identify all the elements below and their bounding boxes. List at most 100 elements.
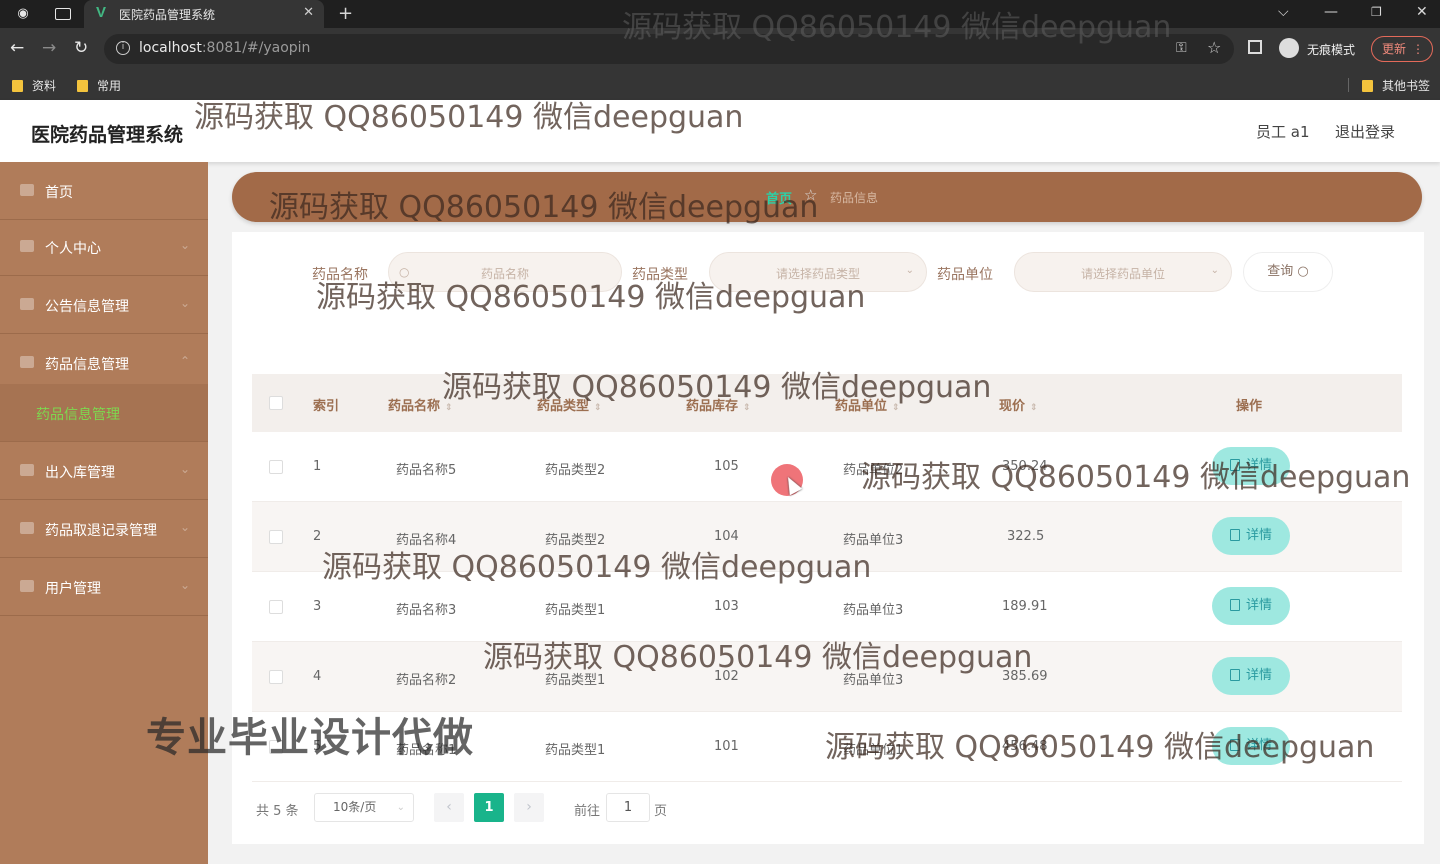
goto-page-input[interactable]: 1 [606, 793, 650, 822]
sidebar-item-stock-io[interactable]: 出入库管理 ⌄ [0, 442, 208, 500]
chevron-down-icon: ⌄ [179, 296, 190, 310]
sidebar-subitem-drug-info[interactable]: 药品信息管理 [0, 384, 208, 442]
browser-toolbar: ← → ↻ i localhost:8081/#/yaopin ⚿ ☆ 无痕模式… [0, 28, 1440, 70]
browser-menu-icon[interactable]: ◉ [15, 6, 31, 22]
cell-unit: 药品单位3 [843, 603, 904, 618]
sort-icon[interactable]: ⇕ [892, 403, 900, 413]
incognito-label: 无痕模式 [1307, 43, 1356, 57]
page-number-current[interactable]: 1 [474, 793, 504, 822]
detail-button[interactable]: 详情 [1212, 727, 1290, 765]
folder-icon [1362, 80, 1373, 92]
document-icon [1229, 739, 1240, 751]
breadcrumb: 首页 ☆ 药品信息 [232, 172, 1422, 222]
forward-button[interactable]: → [42, 38, 56, 58]
sidebar-item-home[interactable]: 首页 [0, 162, 208, 220]
chevron-down-icon: ⌄ [396, 802, 405, 813]
minimize-button[interactable]: — [1324, 4, 1338, 20]
reload-button[interactable]: ↻ [74, 38, 88, 58]
update-button[interactable]: 更新 [1371, 36, 1433, 62]
row-checkbox[interactable] [269, 600, 283, 614]
bookmark-folder-ziliao[interactable]: 资料 [12, 77, 56, 94]
users-icon [20, 580, 34, 592]
close-window-button[interactable]: ✕ [1416, 4, 1428, 20]
sidebar-item-profile[interactable]: 个人中心 ⌄ [0, 218, 208, 276]
side-panel-icon[interactable] [1248, 40, 1262, 54]
prev-page-button[interactable]: ‹ [434, 793, 464, 822]
new-tab-button[interactable]: + [338, 3, 353, 24]
query-button-label: 查询 [1267, 264, 1294, 279]
back-button[interactable]: ← [10, 38, 24, 58]
bookmark-star-icon[interactable]: ☆ [1207, 38, 1221, 57]
sort-icon[interactable]: ⇕ [1030, 403, 1038, 413]
sidebar-item-pickup-records[interactable]: 药品取退记录管理 ⌄ [0, 500, 208, 558]
chevron-up-icon: ⌃ [179, 354, 190, 368]
row-checkbox[interactable] [269, 530, 283, 544]
col-stock[interactable]: 药品库存 ⇕ [686, 395, 751, 414]
cell-price: 350.24 [1002, 459, 1048, 474]
breadcrumb-home[interactable]: 首页 [766, 188, 792, 207]
tab-search-icon[interactable] [55, 8, 71, 20]
cell-price: 385.69 [1002, 669, 1048, 684]
goto-unit: 页 [654, 804, 668, 819]
cell-stock: 105 [714, 459, 739, 474]
chevron-down-icon: ⌄ [179, 520, 190, 534]
cell-price: 322.5 [1007, 529, 1045, 544]
restore-button[interactable]: ❐ [1371, 5, 1382, 19]
query-button[interactable]: 查询 ○ [1243, 252, 1333, 292]
cell-drug-name: 药品名称2 [396, 673, 457, 688]
cell-unit: 药品单位3 [843, 673, 904, 688]
detail-button[interactable]: 详情 [1212, 447, 1290, 485]
cell-unit: 药品单位1 [843, 743, 904, 758]
row-checkbox[interactable] [269, 670, 283, 684]
col-price[interactable]: 现价 ⇕ [999, 395, 1038, 414]
row-checkbox[interactable] [269, 460, 283, 474]
col-drug-type[interactable]: 药品类型 ⇕ [537, 395, 602, 414]
sidebar-item-users[interactable]: 用户管理 ⌄ [0, 558, 208, 616]
document-icon [1229, 599, 1240, 611]
col-unit[interactable]: 药品单位 ⇕ [835, 395, 900, 414]
sidebar-item-label: 公告信息管理 [45, 299, 129, 315]
other-bookmarks[interactable]: 其他书签 [1362, 77, 1430, 94]
home-icon [20, 184, 34, 196]
detail-button[interactable]: 详情 [1212, 517, 1290, 555]
cell-unit: 药品单位3 [843, 533, 904, 548]
cell-price: 456.48 [1002, 739, 1048, 754]
bookmark-folder-changyong[interactable]: 常用 [77, 77, 121, 94]
sidebar-item-notices[interactable]: 公告信息管理 ⌄ [0, 276, 208, 334]
goto-label: 前往 [574, 804, 601, 819]
tab-title: 医院药品管理系统 [119, 8, 216, 22]
drug-name-input[interactable]: ○ 药品名称 [388, 252, 622, 292]
next-page-button[interactable]: › [514, 793, 544, 822]
sidebar-item-label: 首页 [45, 185, 73, 201]
cell-drug-type: 药品类型1 [545, 743, 606, 758]
user-icon [20, 240, 34, 252]
col-actions: 操作 [1236, 399, 1263, 414]
page-size-select[interactable]: 10条/页 ⌄ [314, 793, 414, 822]
address-bar[interactable]: i localhost:8081/#/yaopin ⚿ ☆ [104, 34, 1234, 64]
detail-button[interactable]: 详情 [1212, 657, 1290, 695]
select-all-checkbox[interactable] [269, 396, 283, 410]
drug-type-select[interactable]: 请选择药品类型 ⌄ [709, 252, 927, 292]
warehouse-icon [20, 464, 34, 476]
chevron-down-icon: ⌄ [1210, 265, 1219, 276]
logout-link[interactable]: 退出登录 [1335, 121, 1395, 142]
incognito-avatar-icon[interactable] [1279, 38, 1299, 58]
promo-watermark: 专业毕业设计代做 [146, 715, 474, 761]
sort-icon[interactable]: ⇕ [445, 403, 453, 413]
tab-list-chevron-icon[interactable]: ⌵ [1278, 4, 1289, 20]
sort-icon[interactable]: ⇕ [743, 403, 751, 413]
password-key-icon[interactable]: ⚿ [1176, 40, 1187, 56]
record-icon [20, 522, 34, 534]
sort-icon[interactable]: ⇕ [594, 403, 602, 413]
drug-type-placeholder: 请选择药品类型 [775, 267, 860, 281]
tab-close-icon[interactable]: ✕ [303, 5, 314, 20]
browser-tab-active[interactable]: V 医院药品管理系统 ✕ [84, 0, 324, 28]
bookmarks-bar: 资料 常用 其他书签 [0, 70, 1440, 100]
cell-drug-name: 药品名称5 [396, 463, 457, 478]
detail-button[interactable]: 详情 [1212, 587, 1290, 625]
site-info-icon[interactable]: i [116, 41, 130, 55]
col-drug-name[interactable]: 药品名称 ⇕ [388, 395, 453, 414]
table-header: 索引 药品名称 ⇕ 药品类型 ⇕ 药品库存 ⇕ 药品单位 ⇕ 现价 ⇕ 操作 [252, 374, 1402, 432]
breadcrumb-current: 药品信息 [830, 191, 879, 205]
drug-unit-select[interactable]: 请选择药品单位 ⌄ [1014, 252, 1232, 292]
